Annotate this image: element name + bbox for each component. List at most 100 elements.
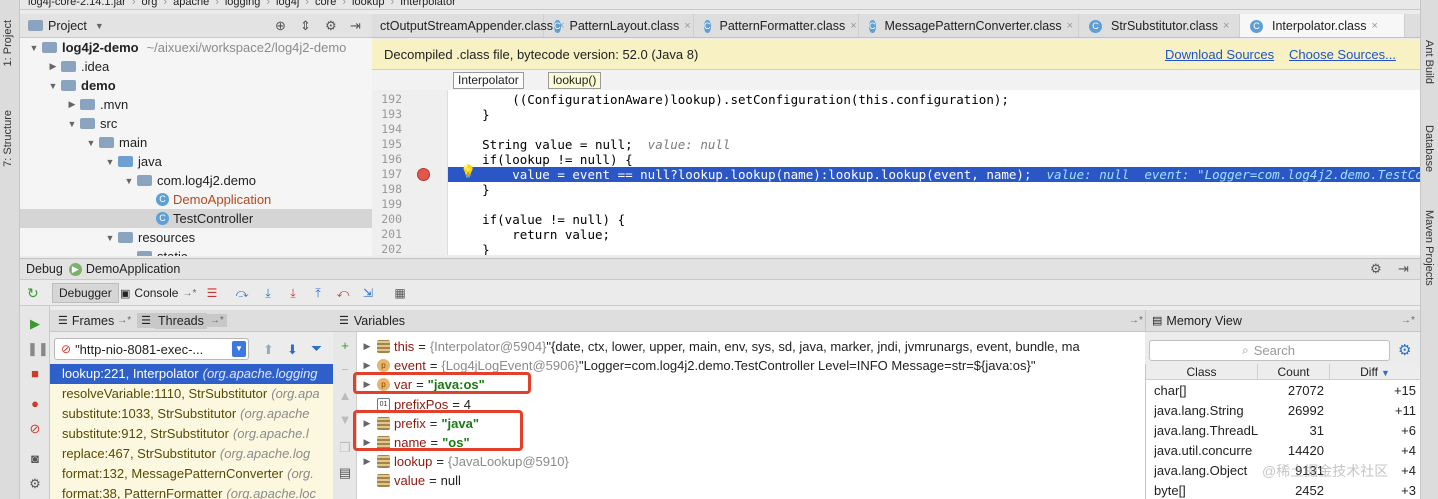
- chevron-down-icon[interactable]: ▼: [232, 341, 246, 357]
- debugger-tab[interactable]: Debugger: [52, 283, 119, 303]
- download-sources-link[interactable]: Download Sources: [1165, 47, 1274, 62]
- nav-crumb[interactable]: logging ›: [225, 0, 270, 8]
- collapse-icon[interactable]: ⇕: [300, 18, 311, 34]
- rerun-icon[interactable]: ↻: [27, 285, 39, 302]
- editor-tab[interactable]: C Interpolator.class ×: [1240, 14, 1405, 37]
- expand-down-icon[interactable]: ▼: [66, 119, 78, 129]
- close-icon[interactable]: ×: [1372, 20, 1378, 32]
- nav-crumb[interactable]: apache ›: [173, 0, 219, 8]
- chevron-down-icon[interactable]: ▼: [95, 21, 104, 31]
- pause-icon[interactable]: ❚❚: [27, 341, 49, 357]
- move-down-icon[interactable]: ▼: [337, 412, 353, 428]
- expand-right-icon[interactable]: ▶: [361, 360, 373, 371]
- filter-icon[interactable]: ⏷: [311, 340, 322, 357]
- code-line[interactable]: [448, 122, 1420, 137]
- stack-frame[interactable]: substitute:1033, StrSubstitutor (org.apac…: [50, 404, 333, 424]
- nav-crumb[interactable]: core ›: [315, 0, 346, 8]
- nav-crumb[interactable]: lookup ›: [352, 0, 394, 8]
- ant-build-tab[interactable]: Ant Build: [1423, 40, 1435, 84]
- code-line[interactable]: }: [448, 182, 1420, 197]
- expand-down-icon[interactable]: ▼: [85, 138, 97, 148]
- tree-item[interactable]: ▼ resources: [20, 228, 372, 247]
- step-out-icon[interactable]: ⤒: [310, 285, 326, 301]
- stack-frame[interactable]: format:132, MessagePatternConverter (org.: [50, 464, 333, 484]
- variable-row[interactable]: ▶ this = {Interpolator@5904} "{date, ctx, l…: [357, 337, 1145, 356]
- copy-icon[interactable]: ❐: [337, 440, 353, 456]
- breakpoint-icon[interactable]: [418, 169, 429, 180]
- move-up-icon[interactable]: ▲: [337, 388, 353, 404]
- expand-right-icon[interactable]: ▶: [361, 341, 373, 352]
- expand-right-icon[interactable]: ▶: [361, 456, 373, 467]
- new-watch-icon[interactable]: +: [337, 338, 353, 354]
- code-line[interactable]: return value;: [448, 227, 1420, 242]
- tree-item[interactable]: ▶ .mvn: [20, 95, 372, 114]
- memory-row[interactable]: java.util.concurre 14420 +4: [1146, 441, 1420, 461]
- pin-icon[interactable]: →*: [1129, 315, 1143, 326]
- resume-icon[interactable]: ▶: [27, 316, 43, 332]
- remove-watch-icon[interactable]: −: [337, 362, 353, 378]
- expand-down-icon[interactable]: ▼: [28, 43, 40, 53]
- frames-tab[interactable]: Frames: [72, 314, 114, 328]
- intention-bulb-icon[interactable]: 💡: [460, 165, 476, 180]
- editor-tab[interactable]: C StrSubstitutor.class ×: [1079, 14, 1240, 37]
- breadcrumb-method[interactable]: lookup(): [548, 72, 602, 89]
- stack-frame[interactable]: replace:467, StrSubstitutor (org.apache.l…: [50, 444, 333, 464]
- tree-item[interactable]: static: [20, 247, 372, 256]
- settings-icon[interactable]: ⚙: [27, 476, 43, 492]
- choose-sources-link[interactable]: Choose Sources...: [1289, 47, 1396, 62]
- nav-crumb[interactable]: Interpolator: [400, 0, 456, 8]
- tree-item[interactable]: ▼ demo: [20, 76, 372, 95]
- tree-item[interactable]: ▶ .idea: [20, 57, 372, 76]
- code-line[interactable]: }: [448, 107, 1420, 122]
- stack-frame[interactable]: resolveVariable:1110, StrSubstitutor (org…: [50, 384, 333, 404]
- code-line[interactable]: [448, 197, 1420, 212]
- memory-search-input[interactable]: ⌕ Search: [1149, 340, 1390, 361]
- code-line[interactable]: ((ConfigurationAware)lookup).setConfigur…: [448, 92, 1420, 107]
- stack-frame[interactable]: lookup:221, Interpolator (org.apache.logg…: [50, 364, 333, 384]
- breadcrumb-class[interactable]: Interpolator: [453, 72, 524, 89]
- view-breakpoints-icon[interactable]: ●: [27, 396, 43, 412]
- step-over-icon[interactable]: ⤼: [234, 285, 250, 301]
- memory-row[interactable]: java.lang.ThreadL 31 +6: [1146, 421, 1420, 441]
- nav-crumb[interactable]: log4j ›: [276, 0, 309, 8]
- code-line[interactable]: if(lookup != null) {: [448, 152, 1420, 167]
- memory-row[interactable]: char[] 27072 +15: [1146, 381, 1420, 401]
- drop-frame-icon[interactable]: ⤺: [335, 285, 351, 301]
- tree-item[interactable]: ▼ log4j2-demo ~/aixuexi/workspace2/log4j2-…: [20, 38, 372, 57]
- close-icon[interactable]: ×: [850, 20, 856, 32]
- evaluate-expression-icon[interactable]: ▦: [392, 285, 408, 301]
- code-line[interactable]: }: [448, 242, 1420, 255]
- project-view-label[interactable]: Project: [48, 19, 87, 33]
- editor-tab[interactable]: C MessagePatternConverter.class ×: [859, 14, 1079, 37]
- tree-item[interactable]: ▼ main: [20, 133, 372, 152]
- hide-icon[interactable]: ⇥: [350, 18, 361, 34]
- code-line[interactable]: if(value != null) {: [448, 212, 1420, 227]
- stack-frame[interactable]: format:38, PatternFormatter (org.apache.l…: [50, 484, 333, 499]
- hide-panel-icon[interactable]: ⇥: [1398, 261, 1409, 277]
- database-tab[interactable]: Database: [1423, 125, 1435, 172]
- structure-tool-tab[interactable]: 7: Structure: [2, 110, 14, 167]
- camera-icon[interactable]: ◙: [27, 451, 43, 467]
- memory-column-header[interactable]: Count: [1258, 364, 1330, 380]
- tree-item[interactable]: ▼ src: [20, 114, 372, 133]
- tree-item[interactable]: C TestController: [20, 209, 372, 228]
- nav-crumb[interactable]: log4j-core-2.14.1.jar ›: [28, 0, 136, 8]
- code-editor[interactable]: ((ConfigurationAware)lookup).setConfigur…: [448, 90, 1420, 255]
- memory-column-header[interactable]: Diff ▼: [1330, 364, 1420, 380]
- expand-down-icon[interactable]: ▼: [123, 176, 135, 186]
- gear-icon[interactable]: ⚙: [325, 18, 337, 34]
- expand-right-icon[interactable]: ▶: [47, 61, 59, 72]
- gear-icon[interactable]: ⚙: [1398, 341, 1411, 359]
- tree-item[interactable]: ▼ java: [20, 152, 372, 171]
- step-into-icon[interactable]: ⤓: [260, 285, 276, 301]
- close-icon[interactable]: ×: [1223, 20, 1229, 32]
- close-icon[interactable]: ×: [1067, 20, 1073, 32]
- memory-row[interactable]: java.lang.String 26992 +11: [1146, 401, 1420, 421]
- arrow-up-icon[interactable]: ⬆: [263, 342, 274, 358]
- stop-icon[interactable]: ■: [27, 366, 43, 382]
- pin-icon[interactable]: →*: [1401, 315, 1415, 326]
- thread-selector[interactable]: ⊘ "http-nio-8081-exec-... ▼: [54, 338, 249, 360]
- project-tool-tab[interactable]: 1: Project: [2, 20, 14, 66]
- editor-tab[interactable]: ctOutputStreamAppender.class ×: [372, 14, 564, 37]
- stack-frame[interactable]: substitute:912, StrSubstitutor (org.apach…: [50, 424, 333, 444]
